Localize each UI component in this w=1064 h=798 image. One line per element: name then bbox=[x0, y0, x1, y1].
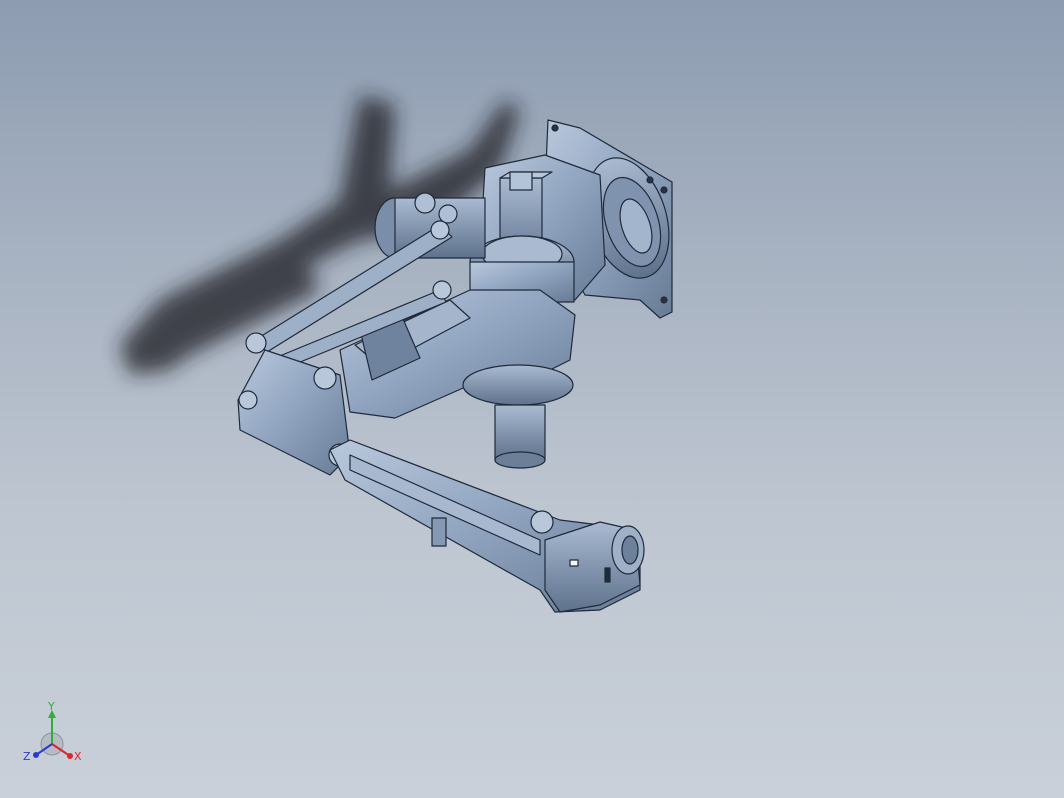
axis-triad: Y X Z bbox=[23, 700, 82, 763]
base-barrel[interactable] bbox=[462, 364, 574, 469]
x-axis-tip bbox=[67, 753, 73, 759]
z-axis-label: Z bbox=[23, 750, 31, 763]
x-axis-label: X bbox=[74, 750, 82, 763]
3d-viewport[interactable] bbox=[0, 0, 1064, 798]
y-axis-label: Y bbox=[47, 700, 55, 713]
z-axis-tip bbox=[33, 752, 39, 758]
